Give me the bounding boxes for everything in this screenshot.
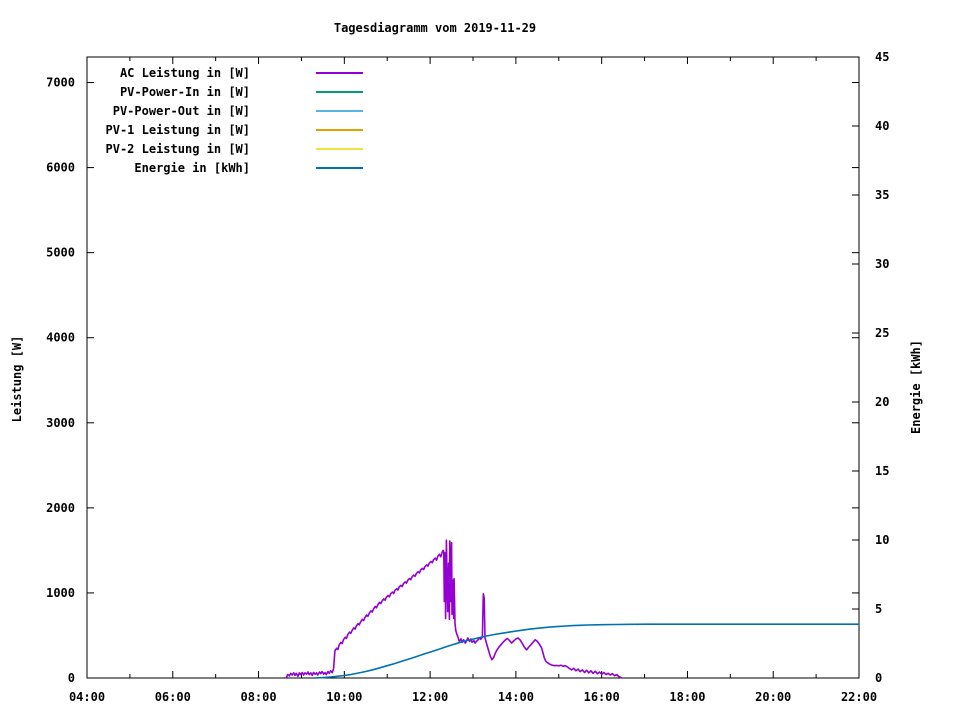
legend-label: Energie in [kWh]	[134, 160, 250, 175]
x-tick-label: 16:00	[584, 690, 620, 704]
x-tick-label: 06:00	[155, 690, 191, 704]
y2-tick-label: 15	[875, 464, 889, 478]
y2-tick-label: 35	[875, 188, 889, 202]
legend-line-sample	[316, 166, 363, 169]
legend-item: PV-Power-In in [W]	[78, 82, 363, 101]
x-tick-label: 18:00	[669, 690, 705, 704]
y2-tick-label: 45	[875, 50, 889, 64]
legend-item: PV-2 Leistung in [W]	[78, 139, 363, 158]
legend-item: PV-1 Leistung in [W]	[78, 120, 363, 139]
legend-label: PV-1 Leistung in [W]	[105, 122, 251, 137]
y1-tick-label: 7000	[46, 76, 75, 90]
y2-tick-label: 25	[875, 326, 889, 340]
y1-axis-title: Leistung [W]	[10, 335, 24, 423]
legend-line-sample	[316, 109, 363, 112]
x-tick-label: 04:00	[69, 690, 105, 704]
chart-title: Tagesdiagramm vom 2019-11-29	[333, 21, 537, 35]
y1-tick-label: 0	[68, 671, 75, 685]
x-tick-label: 14:00	[498, 690, 534, 704]
y2-tick-label: 40	[875, 119, 889, 133]
x-tick-label: 10:00	[326, 690, 362, 704]
legend: AC Leistung in [W] PV-Power-In in [W] PV…	[78, 63, 363, 177]
y2-tick-label: 0	[875, 671, 882, 685]
legend-label: PV-Power-Out in [W]	[112, 103, 250, 118]
legend-label: PV-Power-In in [W]	[119, 84, 250, 99]
y2-tick-label: 10	[875, 533, 889, 547]
y1-tick-label: 4000	[46, 331, 75, 345]
legend-line-sample	[316, 147, 363, 150]
y2-tick-label: 5	[875, 602, 882, 616]
legend-line-sample	[316, 71, 363, 74]
legend-item: PV-Power-Out in [W]	[78, 101, 363, 120]
legend-line-sample	[316, 90, 363, 93]
y1-tick-label: 6000	[46, 161, 75, 175]
y1-tick-label: 3000	[46, 416, 75, 430]
legend-item: AC Leistung in [W]	[78, 63, 363, 82]
legend-line-sample	[316, 128, 363, 131]
y1-tick-label: 5000	[46, 246, 75, 260]
y2-axis-title: Energie [kWh]	[909, 340, 923, 434]
gnuplot-day-chart: 04:00 06:00 08:00 10:00 12:00 14:00 16:00 18:00…	[0, 0, 960, 720]
y1-tick-label: 1000	[46, 586, 75, 600]
legend-item: Energie in [kWh]	[78, 158, 363, 177]
x-tick-label: 20:00	[755, 690, 791, 704]
y1-tick-label: 2000	[46, 501, 75, 515]
x-tick-label: 22:00	[841, 690, 877, 704]
series-ac	[285, 539, 623, 679]
x-tick-label: 08:00	[240, 690, 276, 704]
legend-label: AC Leistung in [W]	[119, 65, 250, 80]
legend-label: PV-2 Leistung in [W]	[105, 141, 251, 156]
x-tick-label: 12:00	[412, 690, 448, 704]
y2-tick-label: 20	[875, 395, 889, 409]
y2-tick-label: 30	[875, 257, 889, 271]
